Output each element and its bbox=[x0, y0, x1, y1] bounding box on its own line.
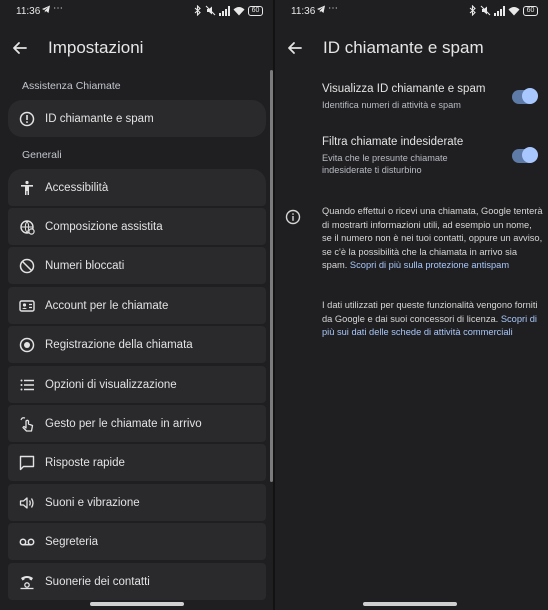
settings-item-label: Numeri bloccati bbox=[45, 259, 125, 272]
bluetooth-icon bbox=[194, 5, 201, 16]
settings-item-label: Suoni e vibrazione bbox=[45, 496, 140, 509]
app-bar: ID chiamante e spam bbox=[275, 30, 548, 66]
toggle-row-show-caller-id[interactable]: Visualizza ID chiamante e spam Identific… bbox=[322, 83, 538, 111]
system-icons: 60 bbox=[194, 5, 263, 16]
volume-icon bbox=[18, 494, 36, 512]
more-notifications-icon: ⋯ bbox=[53, 3, 63, 14]
app-bar: Impostazioni bbox=[0, 30, 273, 66]
record-icon bbox=[18, 336, 36, 354]
back-arrow-icon[interactable] bbox=[10, 38, 30, 58]
settings-item-caller-id[interactable]: ID chiamante e spam bbox=[8, 100, 266, 137]
data-paragraph: I dati utilizzati per queste funzionalit… bbox=[322, 299, 544, 340]
notification-icons: ⋯ bbox=[41, 3, 63, 14]
switch-knob bbox=[522, 88, 538, 104]
toggle-subtitle: Evita che le presunte chiamate indesider… bbox=[322, 153, 448, 175]
settings-item-label: Account per le chiamate bbox=[45, 299, 169, 312]
wifi-icon bbox=[233, 6, 245, 15]
toggle-title: Visualizza ID chiamante e spam bbox=[322, 83, 486, 95]
settings-item-assisted-dialing[interactable]: Composizione assistita bbox=[8, 208, 266, 245]
wifi-icon bbox=[508, 6, 520, 15]
status-time: 11:36 bbox=[291, 6, 316, 17]
settings-item-label: Suonerie dei contatti bbox=[45, 575, 150, 588]
mute-icon bbox=[205, 5, 216, 16]
settings-item-accessibility[interactable]: Accessibilità bbox=[8, 169, 266, 206]
settings-item-display-options[interactable]: Opzioni di visualizzazione bbox=[8, 366, 266, 403]
settings-item-call-recording[interactable]: Registrazione della chiamata bbox=[8, 326, 266, 363]
toggle-title: Filtra chiamate indesiderate bbox=[322, 136, 464, 148]
list-icon bbox=[18, 376, 36, 394]
toggle-subtitle: Identifica numeri di attività e spam bbox=[322, 100, 461, 110]
settings-item-label: ID chiamante e spam bbox=[45, 112, 154, 125]
notification-icons: ⋯ bbox=[316, 3, 338, 14]
settings-item-label: Gesto per le chiamate in arrivo bbox=[45, 417, 202, 430]
mute-icon bbox=[480, 5, 491, 16]
info-paragraph: Quando effettui o ricevi una chiamata, G… bbox=[322, 205, 544, 273]
status-time: 11:36 bbox=[16, 6, 41, 17]
home-indicator[interactable] bbox=[363, 602, 457, 606]
calling-account-icon bbox=[18, 297, 36, 315]
settings-item-label: Segreteria bbox=[45, 535, 99, 548]
section-header-calls: Assistenza Chiamate bbox=[22, 80, 121, 92]
signal-icon bbox=[494, 5, 505, 16]
page-title: Impostazioni bbox=[48, 38, 144, 57]
system-icons: 60 bbox=[469, 5, 538, 16]
status-bar: 11:36 ⋯ 60 bbox=[0, 0, 273, 24]
settings-item-blocked-numbers[interactable]: Numeri bloccati bbox=[8, 247, 266, 284]
settings-item-label: Opzioni di visualizzazione bbox=[45, 378, 177, 391]
ringtone-icon bbox=[18, 573, 36, 591]
caller-id-screen: 11:36 ⋯ 60 ID chiamante e spam Visualizz… bbox=[275, 0, 548, 610]
antispam-link[interactable]: Scopri di più sulla protezione antispam bbox=[350, 260, 509, 270]
toggle-switch-filter-spam[interactable] bbox=[512, 147, 538, 163]
block-icon bbox=[18, 257, 36, 275]
battery-icon: 60 bbox=[248, 5, 263, 16]
more-notifications-icon: ⋯ bbox=[328, 3, 338, 14]
battery-icon: 60 bbox=[523, 5, 538, 16]
settings-item-label: Composizione assistita bbox=[45, 220, 163, 233]
accessibility-icon bbox=[18, 179, 36, 197]
settings-item-quick-responses[interactable]: Risposte rapide bbox=[8, 444, 266, 481]
settings-item-contact-ringtones[interactable]: Suonerie dei contatti bbox=[8, 563, 266, 600]
info-alert-icon bbox=[18, 110, 36, 128]
toggle-switch-show-caller-id[interactable] bbox=[512, 88, 538, 104]
settings-item-label: Registrazione della chiamata bbox=[45, 338, 193, 351]
settings-item-label: Accessibilità bbox=[45, 181, 109, 194]
telegram-icon bbox=[317, 5, 325, 13]
switch-knob bbox=[522, 147, 538, 163]
chat-icon bbox=[18, 454, 36, 472]
back-arrow-icon[interactable] bbox=[285, 38, 305, 58]
home-indicator[interactable] bbox=[90, 602, 184, 606]
page-title: ID chiamante e spam bbox=[323, 38, 484, 57]
bluetooth-icon bbox=[469, 5, 476, 16]
assisted-dialing-icon bbox=[18, 218, 36, 236]
settings-item-label: Risposte rapide bbox=[45, 456, 125, 469]
settings-item-voicemail[interactable]: Segreteria bbox=[8, 523, 266, 560]
settings-item-calling-accounts[interactable]: Account per le chiamate bbox=[8, 287, 266, 324]
settings-item-incoming-gesture[interactable]: Gesto per le chiamate in arrivo bbox=[8, 405, 266, 442]
status-bar: 11:36 ⋯ 60 bbox=[275, 0, 548, 24]
signal-icon bbox=[219, 5, 230, 16]
voicemail-icon bbox=[18, 533, 36, 551]
info-icon bbox=[285, 209, 301, 225]
gesture-icon bbox=[18, 415, 36, 433]
settings-item-sounds[interactable]: Suoni e vibrazione bbox=[8, 484, 266, 521]
settings-screen: 11:36 ⋯ 60 Impostazioni Assistenza Chiam… bbox=[0, 0, 273, 610]
telegram-icon bbox=[42, 5, 50, 13]
toggle-row-filter-spam[interactable]: Filtra chiamate indesiderate Evita che l… bbox=[322, 136, 538, 176]
section-header-general: Generali bbox=[22, 149, 62, 161]
